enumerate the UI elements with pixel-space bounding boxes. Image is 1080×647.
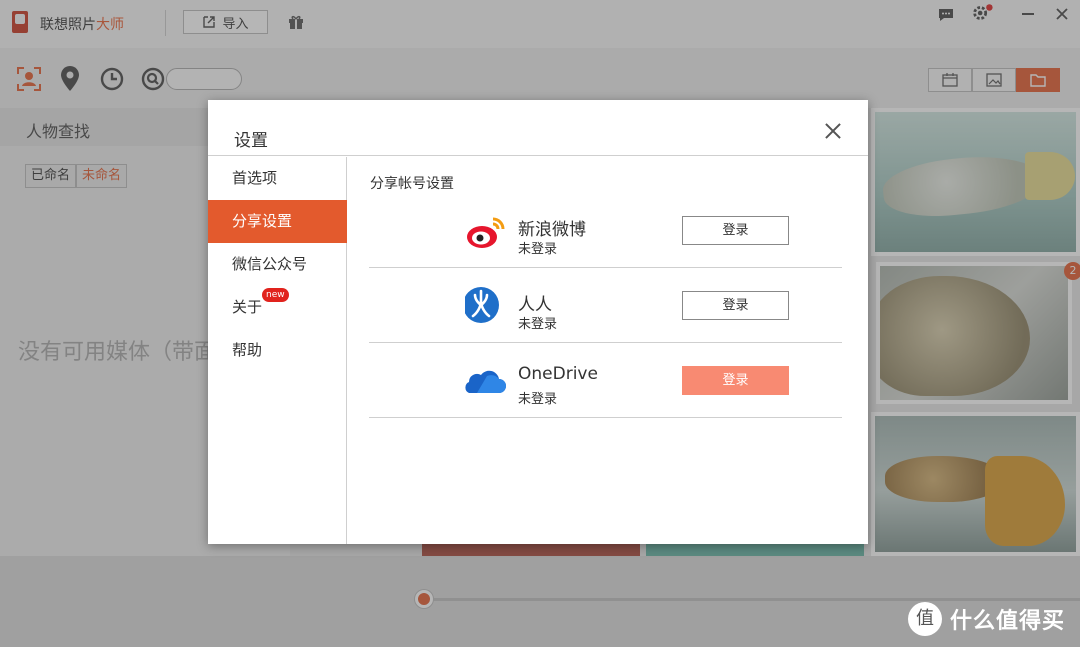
nav-item-label: 微信公众号 [232, 255, 308, 273]
account-status: 未登录 [518, 392, 558, 407]
account-name: OneDrive [518, 364, 598, 384]
renren-login-button[interactable]: 登录 [682, 291, 789, 320]
nav-item-share-settings[interactable]: 分享设置 [208, 200, 347, 243]
weibo-icon [467, 217, 505, 248]
watermark: 什么值得买 [908, 602, 1065, 636]
nav-item-label: 关于 [232, 298, 263, 316]
onedrive-cloud-icon [465, 370, 506, 393]
onedrive-login-button[interactable]: 登录 [682, 366, 789, 395]
nav-item-label: 分享设置 [232, 212, 293, 230]
nav-item-help[interactable]: 帮助 [208, 329, 347, 372]
account-row-weibo: 新浪微博 未登录 登录 [369, 193, 842, 268]
watermark-text: 什么值得买 [950, 609, 1066, 634]
weibo-login-button[interactable]: 登录 [682, 216, 789, 245]
close-icon[interactable] [822, 120, 844, 142]
section-title: 分享帐号设置 [370, 176, 454, 192]
account-status: 未登录 [518, 242, 558, 257]
account-status: 未登录 [518, 317, 558, 332]
dialog-title: 设置 [234, 131, 268, 151]
account-row-renren: 人人 未登录 登录 [369, 268, 842, 343]
account-name: 新浪微博 [518, 220, 586, 240]
nav-item-label: 首选项 [232, 169, 278, 187]
nav-item-wechat[interactable]: 微信公众号 [208, 243, 347, 286]
account-name: 人人 [518, 295, 552, 315]
settings-dialog: 设置 首选项 分享设置 微信公众号 关于 new 帮助 分享帐号设置 新浪微博 未… [208, 100, 868, 544]
new-badge: new [262, 288, 289, 302]
watermark-logo-icon [908, 602, 942, 636]
share-settings-content: 分享帐号设置 新浪微博 未登录 登录 人人 未登录 登录 OneDrive 未登… [348, 157, 868, 544]
renren-icon [465, 287, 499, 323]
dialog-header: 设置 [208, 100, 868, 156]
nav-item-about[interactable]: 关于 new [208, 286, 347, 329]
nav-item-preferences[interactable]: 首选项 [208, 157, 347, 200]
nav-item-label: 帮助 [232, 341, 263, 359]
settings-nav: 首选项 分享设置 微信公众号 关于 new 帮助 [208, 157, 347, 544]
account-row-onedrive: OneDrive 未登录 登录 [369, 343, 842, 418]
